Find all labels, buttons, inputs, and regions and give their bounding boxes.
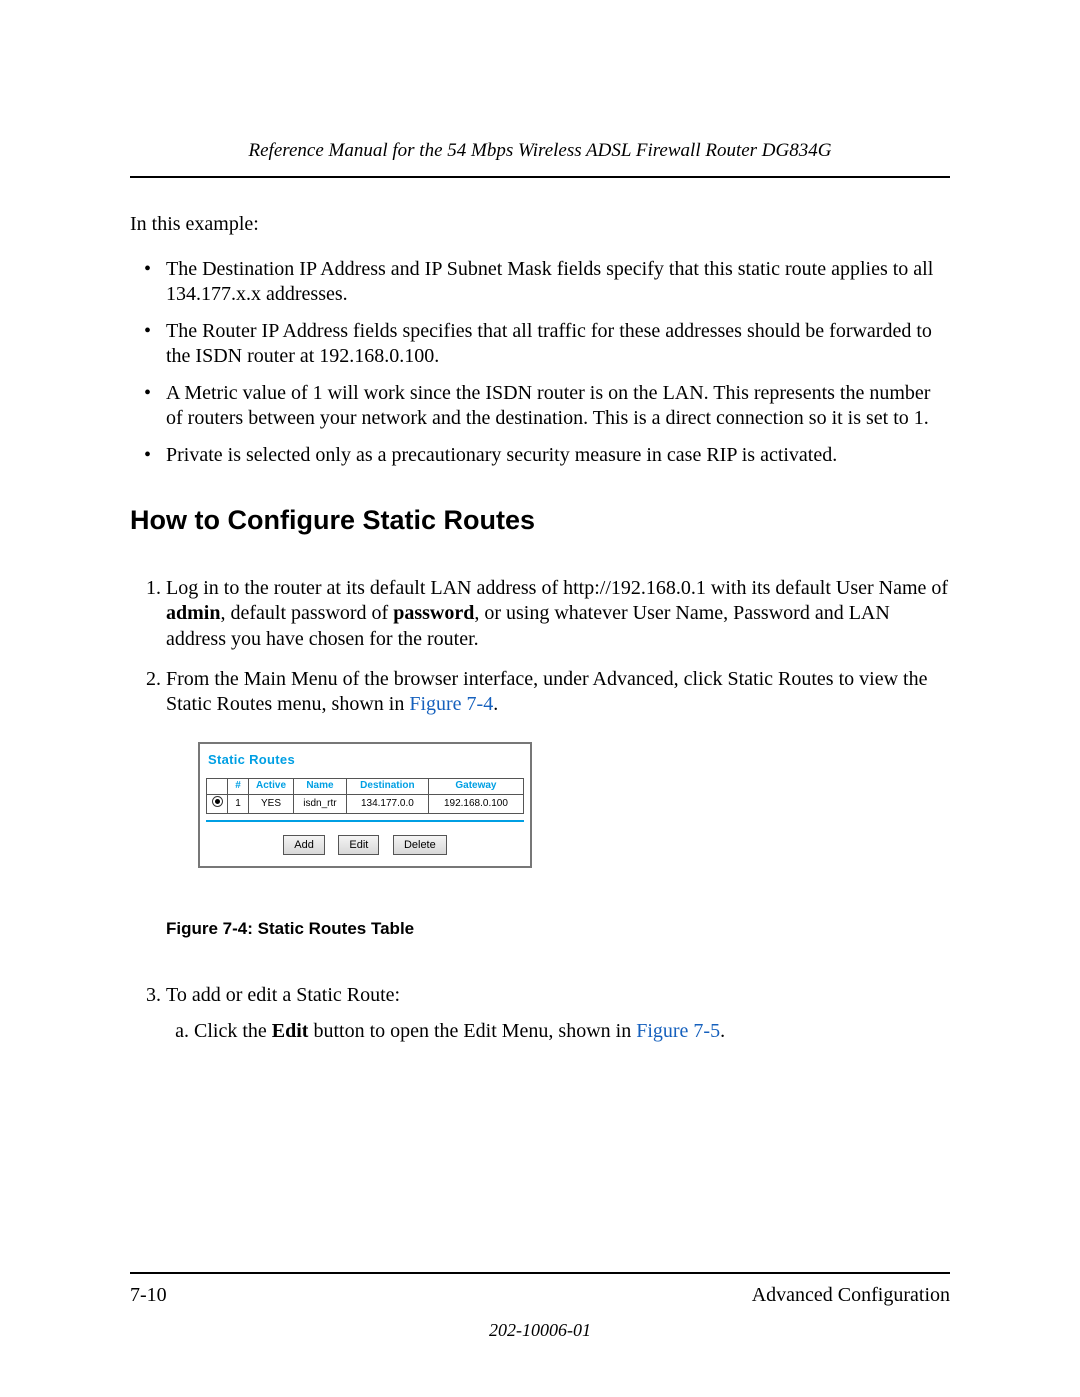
- step-item: Log in to the router at its default LAN …: [166, 572, 950, 663]
- row-destination: 134.177.0.0: [346, 795, 428, 814]
- row-gateway: 192.168.0.100: [428, 795, 523, 814]
- edit-button[interactable]: Edit: [338, 835, 379, 855]
- page-footer: 7-10 Advanced Configuration: [130, 1272, 950, 1307]
- bullet-item: A Metric value of 1 will work since the …: [130, 375, 950, 437]
- footer-page-number: 7-10: [130, 1284, 167, 1307]
- th-name: Name: [294, 779, 347, 795]
- figure-caption: Figure 7-4: Static Routes Table: [166, 918, 950, 940]
- static-routes-panel: Static Routes # Active Name Destination …: [198, 742, 532, 868]
- step2-text-pre: From the Main Menu of the browser interf…: [166, 668, 927, 716]
- step1-text-mid: , default password of: [220, 602, 393, 624]
- bullet-item: The Destination IP Address and IP Subnet…: [130, 251, 950, 313]
- step-item: From the Main Menu of the browser interf…: [166, 663, 950, 980]
- substeps-list: Click the Edit button to open the Edit M…: [166, 1017, 950, 1047]
- row-radio[interactable]: [207, 795, 228, 814]
- bullet-item: The Router IP Address fields specifies t…: [130, 313, 950, 375]
- section-heading: How to Configure Static Routes: [130, 504, 950, 538]
- figure-7-5-xref: Figure 7-5: [636, 1020, 720, 1042]
- steps-list: Log in to the router at its default LAN …: [130, 572, 950, 1057]
- substep-item: Click the Edit button to open the Edit M…: [194, 1017, 950, 1047]
- step3a-pre: Click the: [194, 1020, 272, 1042]
- footer-section-title: Advanced Configuration: [752, 1284, 950, 1307]
- example-bullet-list: The Destination IP Address and IP Subnet…: [130, 251, 950, 474]
- table-row: 1 YES isdn_rtr 134.177.0.0 192.168.0.100: [207, 795, 524, 814]
- add-button[interactable]: Add: [283, 835, 325, 855]
- step2-text-post: .: [493, 693, 498, 715]
- th-active: Active: [249, 779, 294, 795]
- step3-text: To add or edit a Static Route:: [166, 984, 400, 1006]
- step3a-post: .: [720, 1020, 725, 1042]
- th-select: [207, 779, 228, 795]
- delete-button[interactable]: Delete: [393, 835, 447, 855]
- row-number: 1: [228, 795, 249, 814]
- th-number: #: [228, 779, 249, 795]
- static-routes-table: # Active Name Destination Gateway 1 YES: [206, 778, 524, 814]
- running-header: Reference Manual for the 54 Mbps Wireles…: [130, 140, 950, 178]
- figure-7-4: Static Routes # Active Name Destination …: [198, 742, 950, 868]
- step3a-mid: button to open the Edit Menu, shown in: [308, 1020, 636, 1042]
- panel-title: Static Routes: [208, 752, 524, 769]
- figure-7-4-xref: Figure 7-4: [409, 693, 493, 715]
- step1-text-pre: Log in to the router at its default LAN …: [166, 577, 948, 599]
- step-item: To add or edit a Static Route: Click the…: [166, 979, 950, 1056]
- th-destination: Destination: [346, 779, 428, 795]
- step1-password: password: [393, 602, 474, 624]
- row-name: isdn_rtr: [294, 795, 347, 814]
- row-active: YES: [249, 795, 294, 814]
- step3a-edit: Edit: [272, 1020, 309, 1042]
- th-gateway: Gateway: [428, 779, 523, 795]
- footer-doc-number: 202-10006-01: [0, 1320, 1080, 1341]
- intro-line: In this example:: [130, 212, 950, 237]
- step1-admin: admin: [166, 602, 220, 624]
- radio-icon: [212, 796, 223, 807]
- bullet-item: Private is selected only as a precaution…: [130, 437, 950, 474]
- panel-divider: [206, 820, 524, 822]
